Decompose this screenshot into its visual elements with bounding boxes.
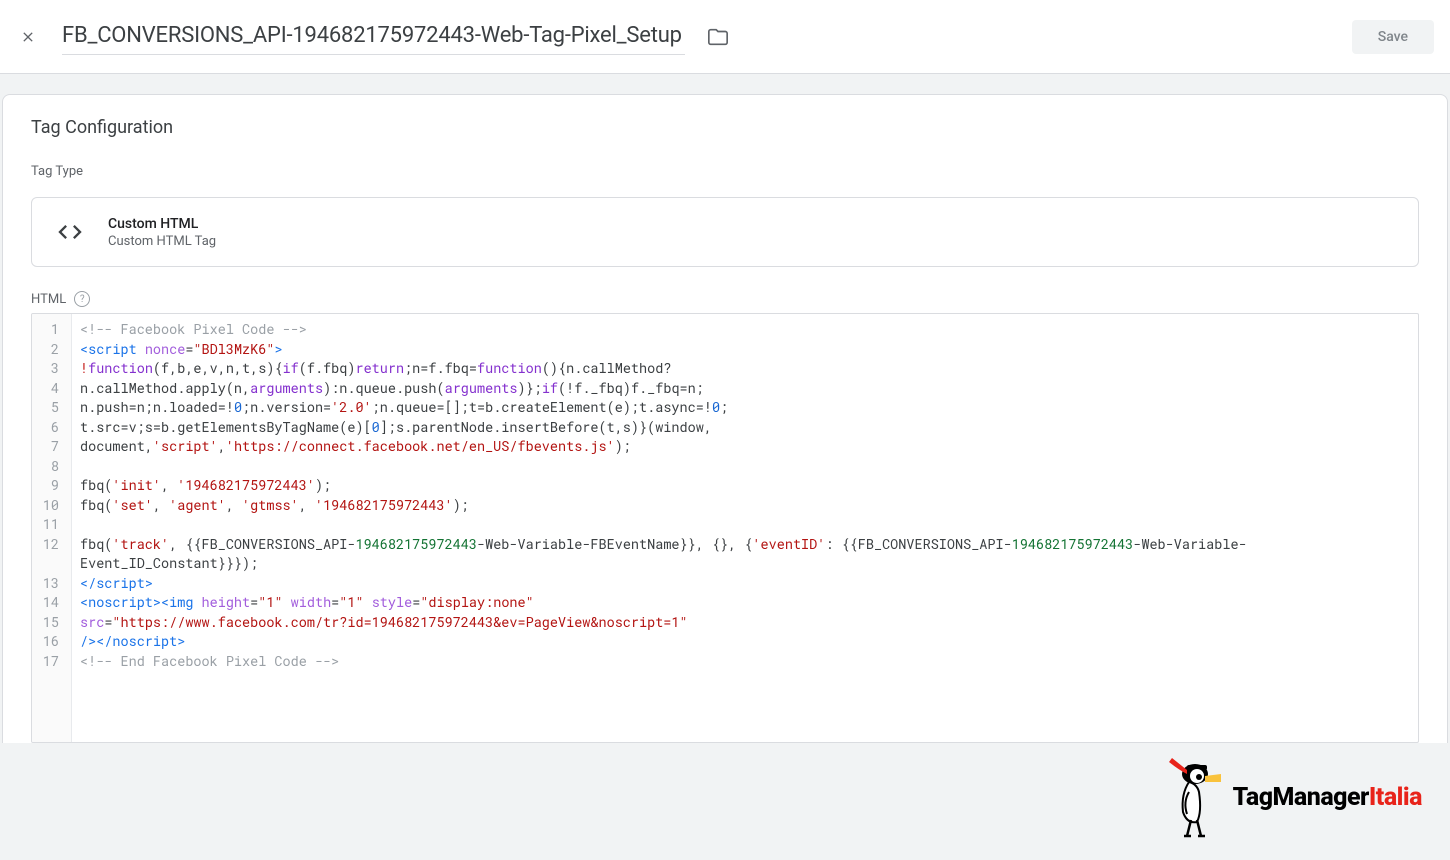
tag-type-desc: Custom HTML Tag [108,234,216,249]
tag-config-panel: Tag Configuration Tag Type Custom HTML C… [2,94,1448,743]
header-bar: Save [0,0,1450,74]
bird-logo-icon [1157,752,1227,842]
section-title: Tag Configuration [31,117,1419,138]
html-code-editor[interactable]: 123456789101112 1314151617 <!-- Facebook… [31,313,1419,743]
watermark-text: TagManagerItalia [1233,783,1422,812]
tag-type-label: Tag Type [31,164,1419,179]
body: Tag Configuration Tag Type Custom HTML C… [0,74,1450,743]
tag-type-name: Custom HTML [108,216,216,232]
line-gutter: 123456789101112 1314151617 [32,314,72,742]
code-content[interactable]: <!-- Facebook Pixel Code --> <script non… [72,314,1418,742]
html-label: HTML [31,292,66,307]
folder-icon [707,26,729,48]
tag-name-input[interactable] [62,19,685,55]
tag-type-selector[interactable]: Custom HTML Custom HTML Tag [31,197,1419,267]
html-label-row: HTML ? [31,291,1419,307]
close-icon [20,29,36,45]
tag-type-text: Custom HTML Custom HTML Tag [108,216,216,249]
close-button[interactable] [16,25,40,49]
folder-button[interactable] [707,26,729,48]
save-button[interactable]: Save [1352,20,1434,54]
watermark: TagManagerItalia [1157,752,1422,842]
code-icon [52,214,88,250]
help-icon[interactable]: ? [74,291,90,307]
